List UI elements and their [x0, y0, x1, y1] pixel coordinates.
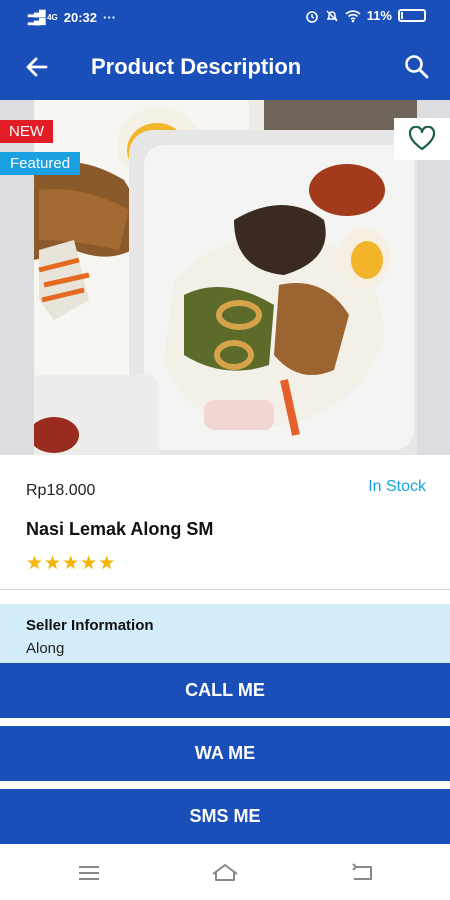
product-name: Nasi Lemak Along SM [26, 519, 214, 539]
home-icon[interactable] [210, 860, 240, 886]
wifi-icon [345, 9, 361, 22]
product-image-area[interactable]: NEW Featured [0, 100, 450, 455]
seller-info: Seller Information Along [0, 604, 450, 664]
menu-icon[interactable] [74, 860, 104, 886]
star-icon: ★ [26, 553, 44, 574]
notification-dots: ··· [103, 9, 116, 25]
call-me-button[interactable]: CALL ME [0, 663, 450, 718]
featured-badge: Featured [0, 152, 81, 175]
star-icon: ★ [98, 553, 116, 574]
back-nav-icon[interactable] [348, 860, 378, 886]
star-icon: ★ [80, 553, 98, 574]
seller-name: Along [26, 640, 65, 657]
food-illustration [34, 100, 417, 455]
status-time: 20:32 [63, 9, 97, 25]
heart-icon [408, 126, 436, 151]
wa-me-button[interactable]: WA ME [0, 726, 450, 781]
alarm-icon [305, 10, 318, 23]
star-icon: ★ [44, 553, 62, 574]
rating-stars: ★ ★ ★ ★ ★ [26, 554, 115, 573]
status-right: 11% [305, 8, 426, 23]
battery-percent: 11% [366, 8, 392, 23]
app-bar: Product Description [0, 34, 450, 100]
seller-label: Seller Information [26, 617, 154, 634]
search-icon[interactable] [402, 52, 432, 82]
product-price: Rp18.000 [26, 482, 96, 499]
star-icon: ★ [62, 553, 80, 574]
product-info: Rp18.000 In Stock Nasi Lemak Along SM ★ ★… [0, 455, 450, 590]
page-title: Product Description [91, 54, 302, 79]
mute-icon [326, 9, 338, 22]
product-photo [34, 100, 417, 455]
status-left: ▂▄▆ ▂▄▆ 4G 20:32 ··· [28, 9, 116, 25]
stock-status: In Stock [368, 478, 426, 495]
favorite-button[interactable] [394, 118, 450, 160]
signal-icon: ▂▄▆ ▂▄▆ [28, 8, 46, 25]
system-nav-bar [0, 846, 450, 900]
status-bar: ▂▄▆ ▂▄▆ 4G 20:32 ··· 11% [0, 0, 450, 34]
sms-me-button[interactable]: SMS ME [0, 789, 450, 844]
battery-icon [398, 9, 426, 22]
network-label: 4G [47, 12, 58, 22]
back-arrow-icon[interactable] [22, 52, 52, 82]
new-badge: NEW [0, 120, 53, 143]
